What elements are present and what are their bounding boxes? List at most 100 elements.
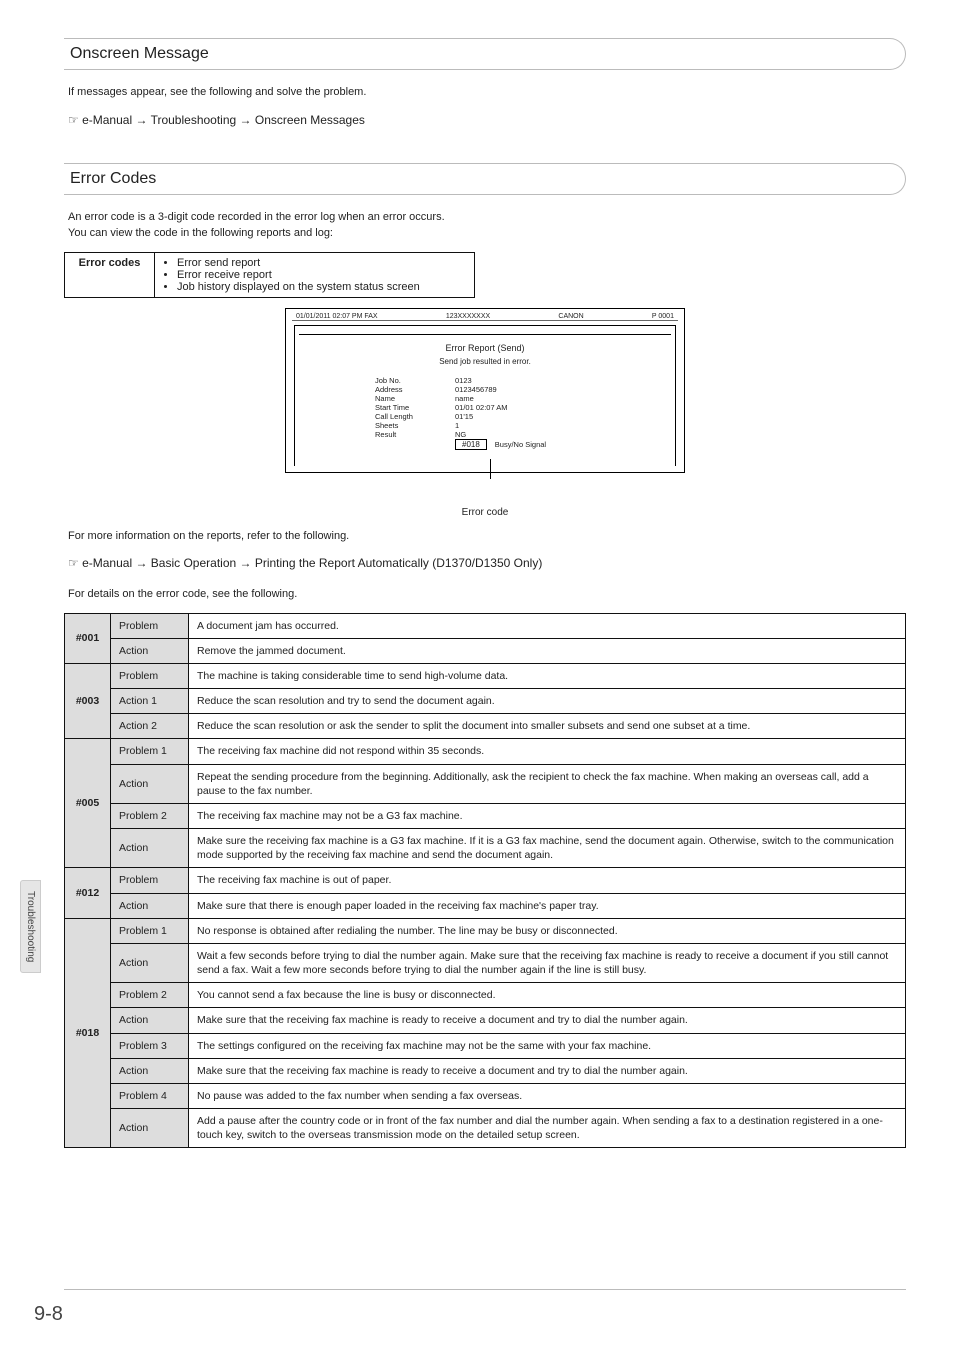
row-key: Problem [111,663,189,688]
table-row: ActionRemove the jammed document. [65,638,906,663]
report-field-key: Job No. [375,376,455,385]
table-row: Problem 4No pause was added to the fax n… [65,1083,906,1108]
row-value: The settings configured on the receiving… [189,1033,906,1058]
breadcrumb-rest: Troubleshooting → Onscreen Messages [151,113,365,127]
table-row: ActionAdd a pause after the country code… [65,1109,906,1148]
row-value: Remove the jammed document. [189,638,906,663]
report-field-key: Start Time [375,403,455,412]
section-title-errorcodes: Error Codes [70,170,156,188]
report-field-val: 1 [455,421,595,430]
row-key: Problem 1 [111,739,189,764]
row-key: Action [111,893,189,918]
table-row: Problem 3The settings configured on the … [65,1033,906,1058]
table-row: #001ProblemA document jam has occurred. [65,613,906,638]
report-subtitle: Send job resulted in error. [299,357,671,366]
table-row: ActionMake sure that the receiving fax m… [65,1008,906,1033]
error-code-cell: #012 [65,868,111,918]
row-key: Action [111,1008,189,1033]
onscreen-intro: If messages appear, see the following an… [68,84,906,101]
row-value: No response is obtained after redialing … [189,918,906,943]
row-key: Action [111,829,189,868]
errorcodes-box: Error codes Error send report Error rece… [64,252,475,298]
errorcodes-intro: An error code is a 3-digit code recorded… [68,209,906,242]
row-value: Reduce the scan resolution or ask the se… [189,714,906,739]
footer-rule [64,1289,906,1290]
row-value: Reduce the scan resolution and try to se… [189,689,906,714]
error-codes-table: #001ProblemA document jam has occurred.A… [64,613,906,1149]
row-value: A document jam has occurred. [189,613,906,638]
report-field-val: 01/01 02:07 AM [455,403,595,412]
after-figure-breadcrumb: ☞ e-Manual → Basic Operation → Printing … [68,554,906,572]
table-row: Action 1Reduce the scan resolution and t… [65,689,906,714]
error-code-cell: #001 [65,613,111,663]
error-code-cell: #005 [65,739,111,868]
row-key: Problem 1 [111,918,189,943]
row-value: No pause was added to the fax number whe… [189,1083,906,1108]
report-field-val: 0123 [455,376,595,385]
report-result-value: NG [455,430,466,439]
report-field-val: 01'15 [455,412,595,421]
table-row: ActionMake sure that the receiving fax m… [65,1058,906,1083]
table-row: Action 2Reduce the scan resolution or as… [65,714,906,739]
report-field-key: Call Length [375,412,455,421]
report-top-left: 01/01/2011 02:07 PM FAX [296,313,378,320]
report-field-key: Name [375,394,455,403]
after-figure-2: For details on the error code, see the f… [68,586,906,603]
table-row: #018Problem 1No response is obtained aft… [65,918,906,943]
list-item: Job history displayed on the system stat… [177,281,464,293]
table-row: #005Problem 1The receiving fax machine d… [65,739,906,764]
report-top-mid: 123XXXXXXX [446,313,490,320]
breadcrumb-rest: Basic Operation → Printing the Report Au… [151,556,543,570]
figure-caption: Error code [285,507,685,518]
table-row: ActionRepeat the sending procedure from … [65,764,906,803]
report-top-right-b: P 0001 [652,313,674,320]
row-key: Action [111,764,189,803]
row-value: The receiving fax machine is out of pape… [189,868,906,893]
row-key: Problem [111,868,189,893]
row-key: Action [111,1058,189,1083]
list-item: Error receive report [177,269,464,281]
report-result-code: #018 [455,439,487,450]
row-key: Problem 2 [111,803,189,828]
leader-line [490,459,491,479]
row-key: Action [111,1109,189,1148]
row-value: Wait a few seconds before trying to dial… [189,943,906,982]
table-row: ActionMake sure the receiving fax machin… [65,829,906,868]
row-value: Repeat the sending procedure from the be… [189,764,906,803]
error-code-cell: #003 [65,663,111,739]
row-key: Problem 2 [111,983,189,1008]
row-key: Action [111,638,189,663]
row-value: Make sure that there is enough paper loa… [189,893,906,918]
row-key: Problem 4 [111,1083,189,1108]
report-result-label: Result [375,430,455,439]
section-onscreen: Onscreen Message [64,38,906,70]
page-number: 9-8 [34,1303,63,1326]
error-code-cell: #018 [65,918,111,1148]
report-field-key: Address [375,385,455,394]
row-key: Action [111,943,189,982]
report-title: Error Report (Send) [299,343,671,353]
row-key: Problem 3 [111,1033,189,1058]
after-figure-1: For more information on the reports, ref… [68,528,906,545]
side-tab: Troubleshooting [20,880,41,973]
row-value: The receiving fax machine may not be a G… [189,803,906,828]
report-field-val: name [455,394,595,403]
report-field-val: 0123456789 [455,385,595,394]
row-value: The receiving fax machine did not respon… [189,739,906,764]
report-field-key: Sheets [375,421,455,430]
table-row: Problem 2The receiving fax machine may n… [65,803,906,828]
row-value: Make sure the receiving fax machine is a… [189,829,906,868]
table-row: ActionWait a few seconds before trying t… [65,943,906,982]
row-value: Make sure that the receiving fax machine… [189,1008,906,1033]
report-result-reason: Busy/No Signal [495,440,546,449]
report-fields: Job No.0123 Address0123456789 Namename S… [375,376,595,450]
section-errorcodes: Error Codes [64,163,906,195]
error-report-figure: 01/01/2011 02:07 PM FAX 123XXXXXXX CANON… [285,308,685,518]
onscreen-breadcrumb: ☞ e-Manual → Troubleshooting → Onscreen … [68,111,906,129]
table-row: #003ProblemThe machine is taking conside… [65,663,906,688]
errorcodes-box-label: Error codes [65,252,155,297]
row-value: Add a pause after the country code or in… [189,1109,906,1148]
table-row: #012ProblemThe receiving fax machine is … [65,868,906,893]
row-key: Action 1 [111,689,189,714]
row-value: You cannot send a fax because the line i… [189,983,906,1008]
